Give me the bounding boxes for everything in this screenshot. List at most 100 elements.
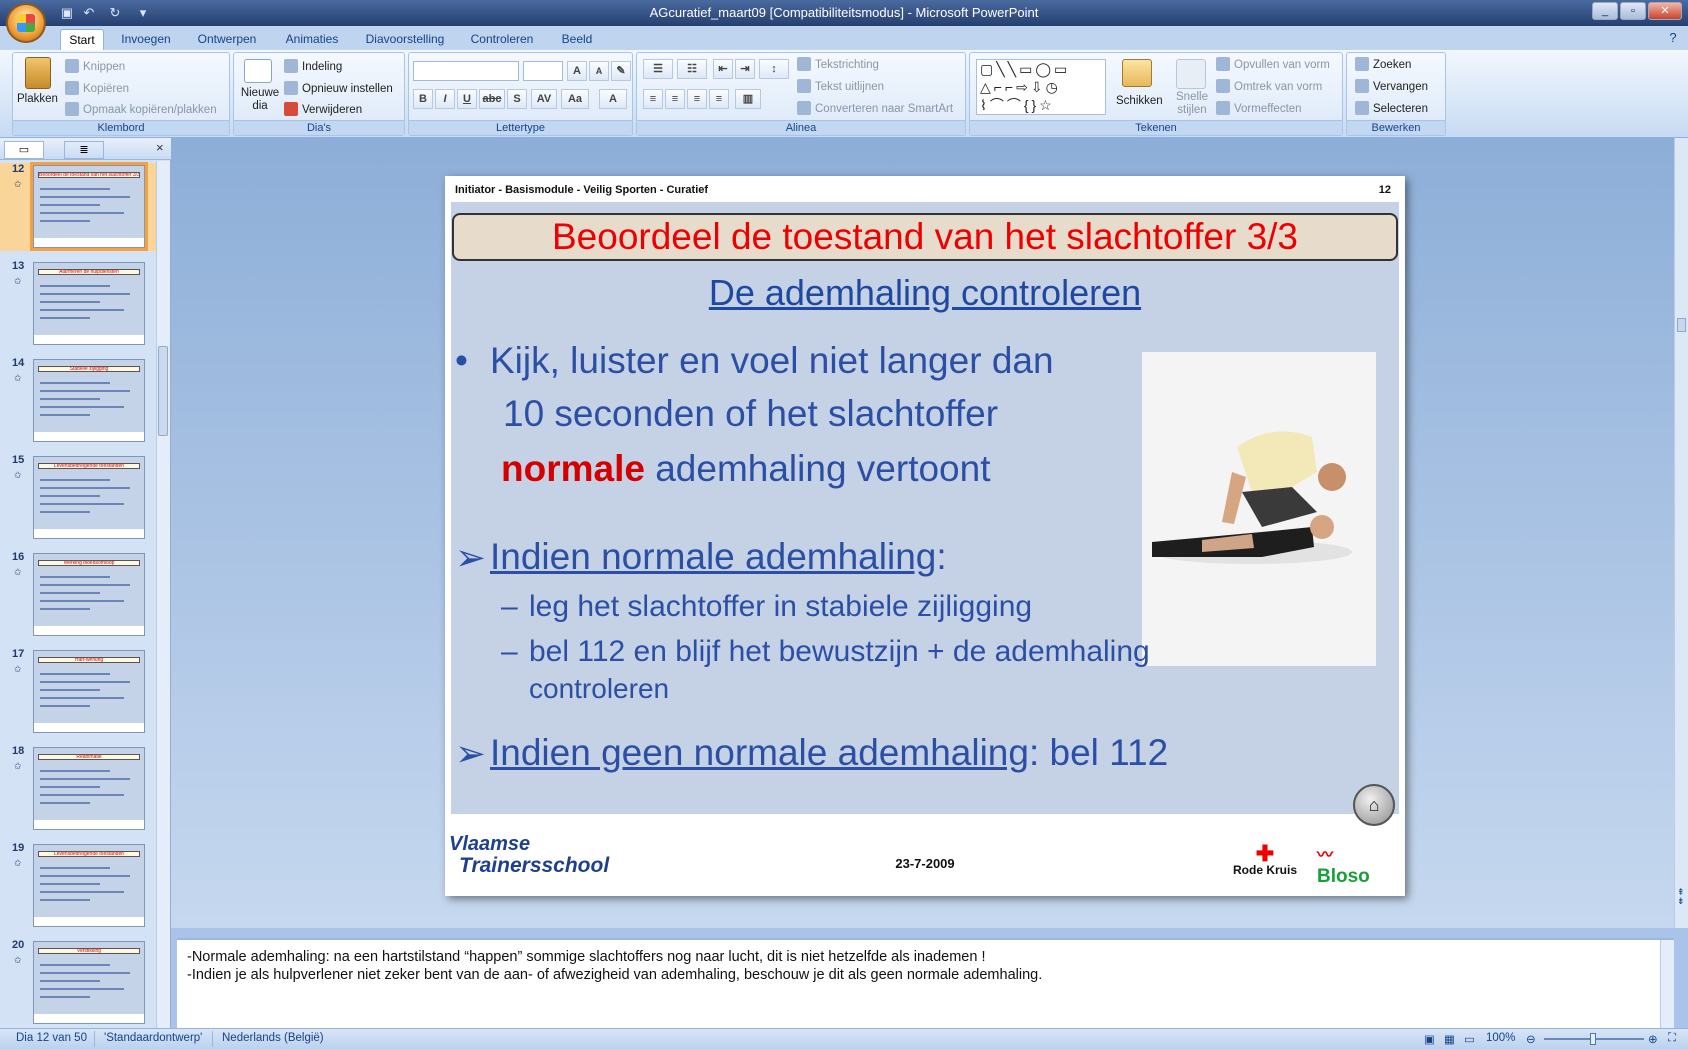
arrange-button[interactable]: Schikken: [1116, 93, 1163, 109]
zoom-slider-thumb[interactable]: [1590, 1033, 1596, 1045]
slide[interactable]: Initiator - Basismodule - Veilig Sporten…: [445, 176, 1405, 896]
sub-item-1[interactable]: leg het slachtoffer in stabiele zijliggi…: [529, 590, 1032, 624]
cut-button[interactable]: Knippen: [65, 59, 125, 75]
tab-beeld[interactable]: Beeld: [552, 29, 602, 50]
paste-icon[interactable]: [25, 57, 51, 89]
justify-button[interactable]: ≡: [709, 89, 729, 109]
replace-button[interactable]: Vervangen: [1355, 79, 1428, 95]
copy-button[interactable]: Kopiëren: [65, 81, 129, 97]
new-slide-button[interactable]: Nieuwe dia: [238, 87, 282, 113]
italic-button[interactable]: I: [435, 89, 455, 109]
quick-styles-icon[interactable]: [1176, 59, 1206, 89]
tab-ontwerpen[interactable]: Ontwerpen: [188, 29, 266, 50]
office-button[interactable]: [6, 3, 46, 43]
align-center-button[interactable]: ≡: [665, 89, 685, 109]
layout-button[interactable]: Indeling: [284, 59, 342, 75]
text-direction-button[interactable]: Tekstrichting: [797, 57, 879, 73]
convert-smartart-button[interactable]: Converteren naar SmartArt: [797, 101, 953, 117]
slide-thumbnail[interactable]: Alarmeren de hulpdiensten: [33, 262, 145, 345]
slide-thumbnail-row[interactable]: 14 ✩ Stabiele zijligging: [0, 357, 160, 445]
quick-styles-button[interactable]: Snelle stijlen: [1172, 91, 1212, 117]
indien-geen-line[interactable]: Indien geen normale ademhaling: bel 112: [490, 732, 1168, 774]
canvas-scrollbar[interactable]: ⇞ ⇟: [1674, 138, 1688, 928]
slide-sorter-icon[interactable]: ▦: [1444, 1032, 1455, 1046]
align-right-button[interactable]: ≡: [687, 89, 707, 109]
undo-icon[interactable]: ↶: [80, 4, 98, 22]
spacing-button[interactable]: AV: [531, 89, 557, 109]
slide-title[interactable]: Beoordeel de toestand van het slachtoffe…: [452, 213, 1398, 261]
shape-fill-button[interactable]: Opvullen van vorm: [1216, 57, 1330, 73]
minimize-button[interactable]: _: [1592, 2, 1618, 20]
tab-slides[interactable]: ▭: [4, 141, 44, 159]
line-spacing-button[interactable]: ↕: [759, 59, 789, 79]
reset-button[interactable]: Opnieuw instellen: [284, 81, 393, 97]
bold-button[interactable]: B: [413, 89, 433, 109]
numbering-button[interactable]: ☷: [677, 59, 707, 79]
font-color-button[interactable]: A: [599, 89, 627, 109]
font-size-field[interactable]: [523, 61, 563, 81]
slide-thumbnail[interactable]: Hart-werking: [33, 650, 145, 733]
font-name-field[interactable]: [413, 61, 519, 81]
zoom-in-icon[interactable]: ⊕: [1648, 1032, 1658, 1046]
slide-thumbnail-row[interactable]: 18 ✩ Reanimatie: [0, 745, 160, 833]
decrease-indent-button[interactable]: ⇤: [713, 59, 733, 79]
tab-outline[interactable]: ≣: [64, 141, 104, 159]
shadow-button[interactable]: S: [507, 89, 527, 109]
slideshow-icon[interactable]: ▭: [1464, 1032, 1475, 1046]
sub-item-2[interactable]: bel 112 en blijf het bewustzijn + de ade…: [529, 635, 1150, 669]
delete-slide-button[interactable]: Verwijderen: [284, 102, 362, 118]
tab-start[interactable]: Start: [60, 29, 104, 50]
slide-thumbnail-row[interactable]: 20 ✩ Verstikking: [0, 939, 160, 1027]
shapes-gallery[interactable]: ▢╲╲▭◯▭ △⌐⌐⇨⇩◷ ⌇⌒⌒{}☆: [976, 59, 1106, 115]
find-button[interactable]: Zoeken: [1355, 57, 1411, 73]
sub-item-2-cont[interactable]: controleren: [529, 673, 669, 705]
prev-next-slide-icon[interactable]: ⇞ ⇟: [1677, 888, 1685, 906]
bullets-button[interactable]: ☰: [643, 59, 673, 79]
change-case-button[interactable]: Aa: [561, 89, 589, 109]
slide-thumbnail-row[interactable]: 16 ✩ Werking bloedsomloop: [0, 551, 160, 639]
tab-controleren[interactable]: Controleren: [462, 29, 542, 50]
shape-effects-button[interactable]: Vormeffecten: [1216, 101, 1302, 117]
underline-button[interactable]: U: [457, 89, 477, 109]
slide-thumbnail[interactable]: Levensbedreigende toestanden: [33, 456, 145, 539]
bullet-line-2[interactable]: 10 seconden of het slachtoffer: [503, 393, 998, 435]
shape-outline-button[interactable]: Omtrek van vorm: [1216, 79, 1322, 95]
save-icon[interactable]: ▣: [58, 4, 76, 22]
slide-thumbnail-row[interactable]: 15 ✩ Levensbedreigende toestanden: [0, 454, 160, 542]
bullet-line-3[interactable]: normale ademhaling vertoont: [501, 448, 991, 490]
increase-indent-button[interactable]: ⇥: [735, 59, 755, 79]
columns-button[interactable]: ▥: [735, 89, 761, 109]
format-painter-button[interactable]: Opmaak kopiëren/plakken: [65, 102, 217, 118]
new-slide-icon[interactable]: [244, 59, 272, 83]
slide-thumbnail[interactable]: Verstikking: [33, 941, 145, 1024]
slide-subtitle[interactable]: De ademhaling controleren: [445, 272, 1405, 314]
slide-thumbnail[interactable]: Levensbedreigende toestanden: [33, 844, 145, 927]
slide-thumbnail-row[interactable]: 17 ✩ Hart-werking: [0, 648, 160, 736]
redo-icon[interactable]: ↻: [106, 4, 124, 22]
zoom-level[interactable]: 100%: [1486, 1032, 1515, 1044]
home-icon[interactable]: ⌂: [1353, 784, 1395, 826]
align-text-button[interactable]: Tekst uitlijnen: [797, 79, 884, 95]
tab-invoegen[interactable]: Invoegen: [112, 29, 180, 50]
pane-scrollbar[interactable]: [156, 161, 170, 1028]
slide-thumbnail-row[interactable]: 19 ✩ Levensbedreigende toestanden: [0, 842, 160, 930]
slide-thumbnail[interactable]: Stabiele zijligging: [33, 359, 145, 442]
zoom-out-icon[interactable]: ⊖: [1526, 1032, 1536, 1046]
notes-pane[interactable]: -Normale ademhaling: na een hartstilstan…: [177, 938, 1674, 1028]
close-button[interactable]: ✕: [1648, 2, 1682, 20]
grow-font-button[interactable]: A: [567, 61, 587, 81]
tab-animaties[interactable]: Animaties: [276, 29, 348, 50]
tab-diavoorstelling[interactable]: Diavoorstelling: [356, 29, 454, 50]
maximize-button[interactable]: ▫: [1620, 2, 1646, 20]
slide-thumbnail-row[interactable]: 13 ✩ Alarmeren de hulpdiensten: [0, 260, 160, 348]
strikethrough-button[interactable]: abc: [479, 89, 505, 109]
indien-normale-line[interactable]: Indien normale ademhaling:: [490, 536, 947, 578]
status-language[interactable]: Nederlands (België): [222, 1032, 324, 1044]
arrange-icon[interactable]: [1122, 59, 1152, 87]
help-icon[interactable]: ?: [1664, 29, 1682, 47]
slide-thumbnail[interactable]: Reanimatie: [33, 747, 145, 830]
paste-button[interactable]: Plakken: [17, 91, 58, 107]
close-pane-icon[interactable]: ×: [156, 140, 164, 155]
slide-thumbnail-row[interactable]: 12 ✩ Beoordeel de toestand van het slachto…: [0, 162, 160, 251]
slide-thumbnail[interactable]: Werking bloedsomloop: [33, 553, 145, 636]
